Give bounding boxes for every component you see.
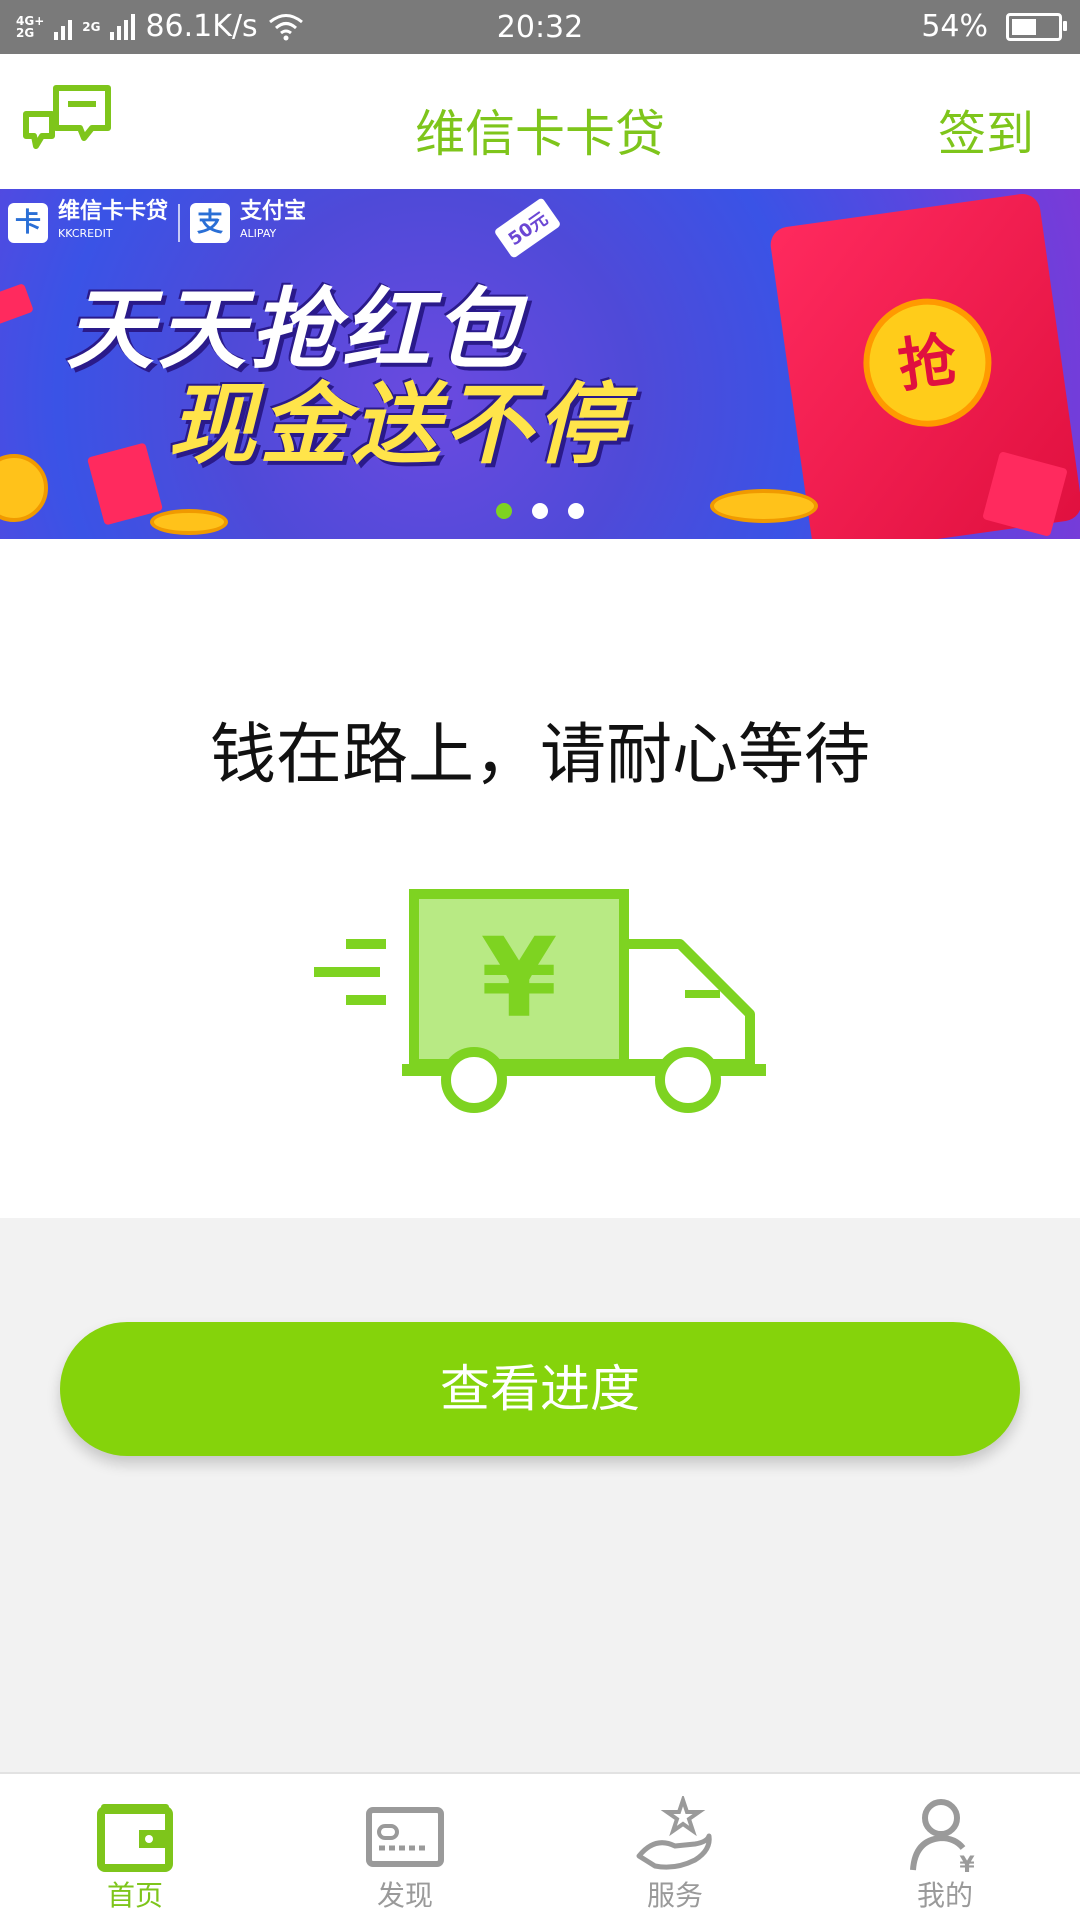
banner-partner-sub: ALIPAY	[240, 227, 277, 240]
money-truck-icon: ¥	[314, 889, 766, 1113]
battery-percent: 54%	[921, 9, 988, 44]
promo-banner[interactable]: 卡 维信卡卡贷 KKCREDIT 支 支付宝 ALIPAY 50元 天天抢红包 …	[0, 189, 1080, 539]
status-bar: 4G+ 2G 2G 86.1K/s 20:32 54%	[0, 0, 1080, 54]
tab-home[interactable]: 首页	[0, 1774, 270, 1922]
truck-currency: ¥	[481, 914, 558, 1042]
page-title: 维信卡卡贷	[415, 105, 665, 163]
signin-button[interactable]: 签到	[938, 94, 1034, 164]
tab-label: 服务	[646, 1879, 703, 1912]
banner-logos: 卡 维信卡卡贷 KKCREDIT 支 支付宝 ALIPAY	[8, 201, 306, 245]
battery-icon	[1006, 12, 1067, 41]
kkcredit-logo-icon: 卡	[8, 203, 48, 243]
waiting-message: 钱在路上，请耐心等待	[210, 716, 870, 793]
carousel-dots[interactable]	[0, 503, 1080, 519]
tab-mine[interactable]: ¥ 我的	[810, 1774, 1080, 1922]
card-icon	[366, 1807, 444, 1867]
hand-star-icon	[636, 1796, 712, 1870]
banner-headline-2: 现金送不停	[168, 373, 629, 476]
wallet-icon	[97, 1804, 173, 1872]
user-yen-icon: ¥	[910, 1799, 975, 1876]
banner-brand-sub: KKCREDIT	[58, 227, 113, 240]
status-panel: 钱在路上，请耐心等待 ¥	[0, 539, 1080, 1218]
packet-seal: 抢	[855, 290, 1000, 435]
partner-block: 支付宝 ALIPAY	[240, 201, 306, 245]
banner-brand: 维信卡卡贷	[58, 199, 169, 224]
mini-packet-icon	[0, 283, 34, 325]
carousel-dot[interactable]	[496, 503, 512, 519]
app-header: 维信卡卡贷 签到	[0, 54, 1080, 189]
alipay-logo-icon: 支	[190, 203, 231, 243]
banner-tag: 50元	[493, 197, 562, 259]
brand-block: 维信卡卡贷 KKCREDIT	[58, 201, 168, 245]
check-progress-button[interactable]: 查看进度	[60, 1322, 1020, 1456]
tab-label: 首页	[106, 1879, 163, 1912]
clock: 20:32	[496, 10, 584, 45]
banner-partner: 支付宝	[240, 199, 307, 224]
carousel-dot[interactable]	[568, 503, 584, 519]
logo-divider	[178, 204, 181, 242]
status-right: 54%	[921, 9, 1067, 44]
svg-text:¥: ¥	[959, 1853, 975, 1876]
bottom-tab-bar: 首页 发现 服务 ¥ 我的	[0, 1772, 1080, 1922]
carousel-dot[interactable]	[532, 503, 548, 519]
tab-service[interactable]: 服务	[540, 1774, 810, 1922]
tab-label: 我的	[916, 1879, 973, 1912]
tab-discover[interactable]: 发现	[270, 1774, 540, 1922]
tab-label: 发现	[376, 1879, 433, 1912]
